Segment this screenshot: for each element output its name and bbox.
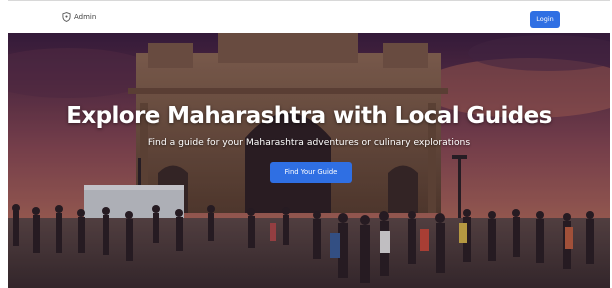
shield-icon (62, 12, 71, 22)
hero-subtitle: Find a guide for your Maharashtra advent… (147, 137, 471, 148)
admin-link[interactable]: Admin (62, 12, 96, 22)
hero-section: Explore Maharashtra with Local Guides Fi… (8, 33, 610, 288)
navbar: Admin Login (8, 7, 610, 32)
find-your-guide-button[interactable]: Find Your Guide (270, 162, 352, 183)
admin-label: Admin (74, 13, 97, 21)
login-button[interactable]: Login (530, 11, 560, 28)
hero-title: Explore Maharashtra with Local Guides (66, 103, 552, 129)
hero-overlay (8, 33, 610, 288)
top-divider (8, 0, 610, 1)
